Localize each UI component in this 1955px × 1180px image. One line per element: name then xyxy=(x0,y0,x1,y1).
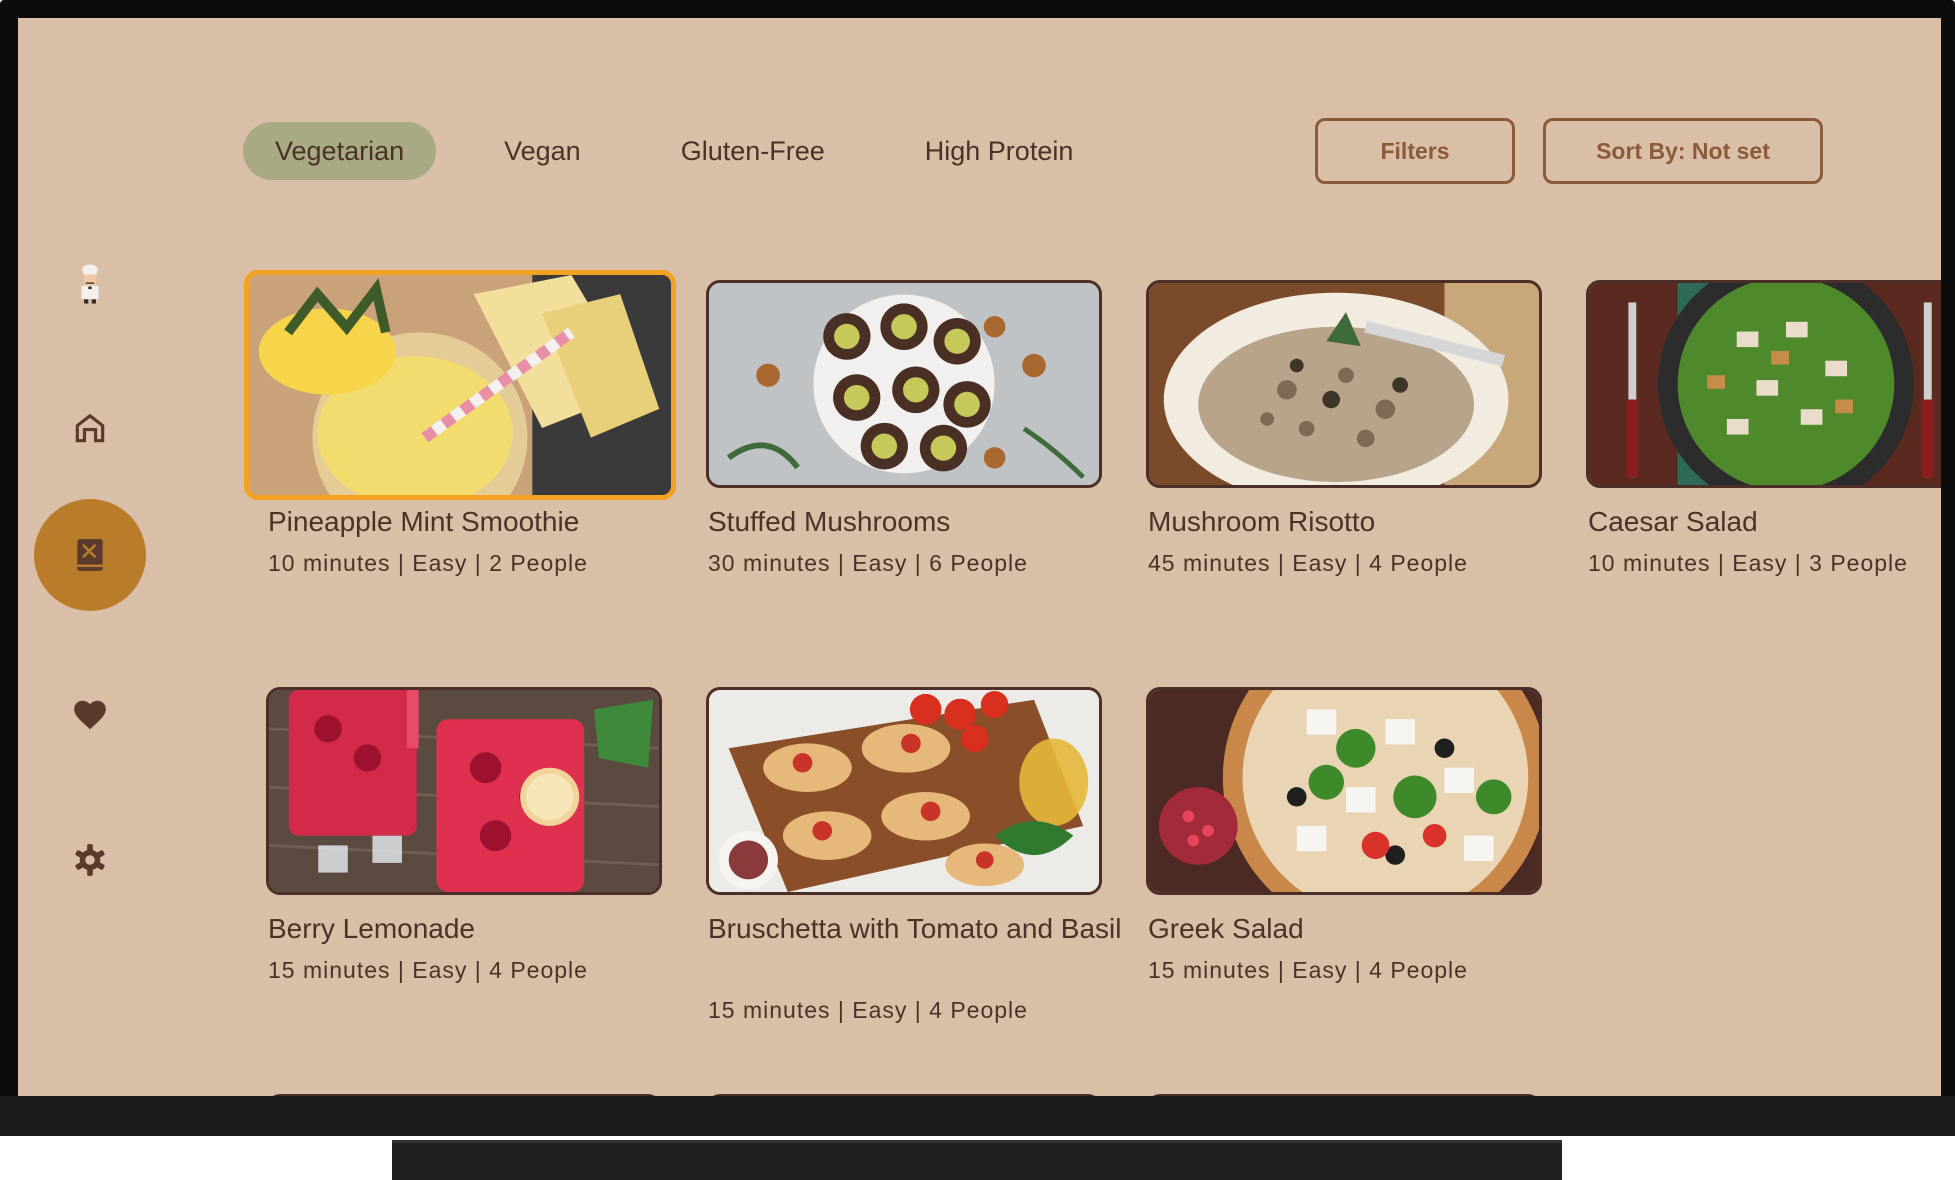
app-screen: Vegetarian Vegan Gluten-Free High Protei… xyxy=(18,18,1941,1096)
nav-recipes[interactable] xyxy=(34,499,146,611)
recipe-image xyxy=(706,687,1102,895)
recipe-image xyxy=(706,280,1102,488)
home-icon xyxy=(75,413,105,443)
filters-button[interactable]: Filters xyxy=(1315,118,1515,184)
tv-stand xyxy=(392,1140,1562,1180)
recipe-card-peek[interactable] xyxy=(1146,1094,1542,1096)
profile-avatar[interactable] xyxy=(34,228,146,340)
heart-icon xyxy=(74,700,106,730)
recipe-book-icon xyxy=(77,539,103,571)
tv-bezel-bottom xyxy=(0,1096,1955,1136)
sort-button[interactable]: Sort By: Not set xyxy=(1543,118,1823,184)
recipe-meta: 45 minutes | Easy | 4 People xyxy=(1148,550,1468,576)
chip-high-protein[interactable]: High Protein xyxy=(893,122,1106,180)
recipe-image xyxy=(266,687,662,895)
recipe-title: Greek Salad xyxy=(1148,913,1304,944)
nav-settings[interactable] xyxy=(34,804,146,916)
nav-favorites[interactable] xyxy=(34,659,146,771)
gear-icon xyxy=(75,844,105,876)
nav-home[interactable] xyxy=(34,372,146,484)
recipe-meta: 15 minutes | Easy | 4 People xyxy=(268,957,588,983)
recipe-image xyxy=(1146,280,1542,488)
chip-gluten-free[interactable]: Gluten-Free xyxy=(649,122,857,180)
recipe-meta: 15 minutes | Easy | 4 People xyxy=(708,997,1028,1023)
recipe-meta: 15 minutes | Easy | 4 People xyxy=(1148,957,1468,983)
recipe-title: Pineapple Mint Smoothie xyxy=(268,506,580,537)
chef-avatar-icon xyxy=(81,264,99,304)
recipe-image xyxy=(1146,687,1542,895)
chip-vegan[interactable]: Vegan xyxy=(472,122,613,180)
recipe-image xyxy=(1586,280,1941,488)
recipe-meta: 10 minutes | Easy | 3 People xyxy=(1588,550,1908,576)
recipe-title: Bruschetta with Tomato and Basil xyxy=(708,913,1122,944)
recipe-card-peek[interactable] xyxy=(706,1094,1102,1096)
recipe-meta: 30 minutes | Easy | 6 People xyxy=(708,550,1028,576)
recipe-title: Caesar Salad xyxy=(1588,506,1758,537)
recipe-meta: 10 minutes | Easy | 2 People xyxy=(268,550,588,576)
recipe-card-peek[interactable] xyxy=(266,1094,662,1096)
recipe-title: Berry Lemonade xyxy=(268,913,476,944)
chip-vegetarian[interactable]: Vegetarian xyxy=(243,122,437,180)
recipe-title: Mushroom Risotto xyxy=(1148,506,1376,537)
recipe-image xyxy=(244,270,676,500)
category-chips: Vegetarian Vegan Gluten-Free High Protei… xyxy=(243,122,1141,180)
recipe-title: Stuffed Mushrooms xyxy=(708,506,951,537)
